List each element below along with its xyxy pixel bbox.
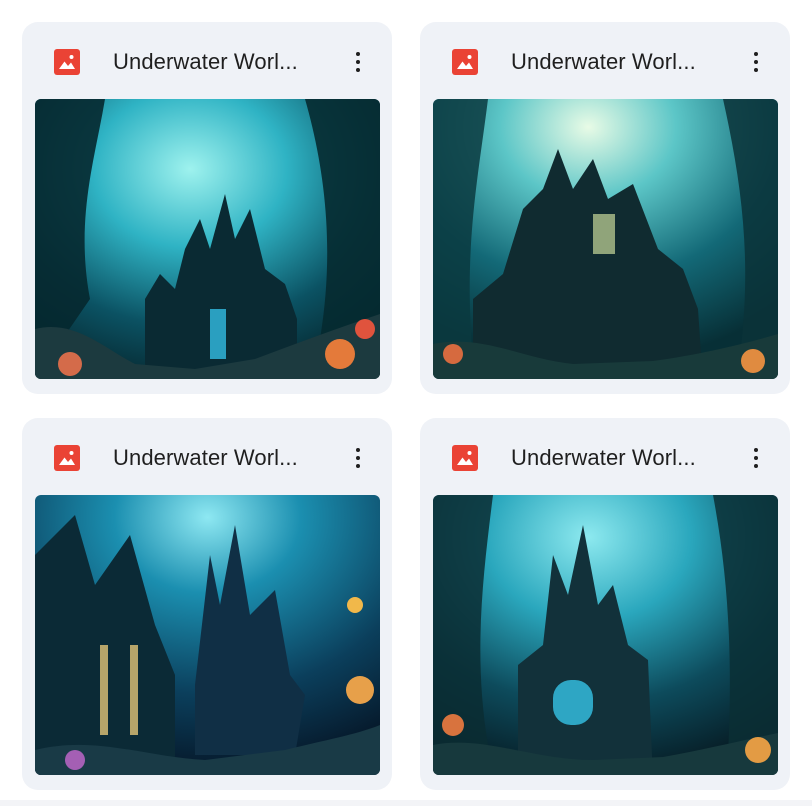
- file-thumbnail[interactable]: [433, 99, 778, 379]
- file-card-header: Underwater Worl...: [420, 418, 790, 496]
- file-card-header: Underwater Worl...: [22, 418, 392, 496]
- file-title[interactable]: Underwater Worl...: [113, 46, 323, 78]
- more-vert-icon[interactable]: [340, 42, 376, 82]
- file-title[interactable]: Underwater Worl...: [511, 46, 721, 78]
- image-file-icon: [54, 445, 80, 471]
- file-title[interactable]: Underwater Worl...: [113, 442, 323, 474]
- bottom-divider: [0, 800, 812, 806]
- file-card-header: Underwater Worl...: [22, 22, 392, 100]
- more-vert-icon[interactable]: [340, 438, 376, 478]
- file-card-header: Underwater Worl...: [420, 22, 790, 100]
- file-grid: Underwater Worl... Underwater Worl... Un…: [0, 0, 812, 806]
- more-vert-icon[interactable]: [738, 438, 774, 478]
- file-card[interactable]: Underwater Worl...: [22, 22, 392, 394]
- file-title[interactable]: Underwater Worl...: [511, 442, 721, 474]
- file-card[interactable]: Underwater Worl...: [420, 22, 790, 394]
- image-file-icon: [54, 49, 80, 75]
- file-thumbnail[interactable]: [433, 495, 778, 775]
- file-card[interactable]: Underwater Worl...: [420, 418, 790, 790]
- file-thumbnail[interactable]: [35, 495, 380, 775]
- file-thumbnail[interactable]: [35, 99, 380, 379]
- image-file-icon: [452, 445, 478, 471]
- image-file-icon: [452, 49, 478, 75]
- more-vert-icon[interactable]: [738, 42, 774, 82]
- file-card[interactable]: Underwater Worl...: [22, 418, 392, 790]
